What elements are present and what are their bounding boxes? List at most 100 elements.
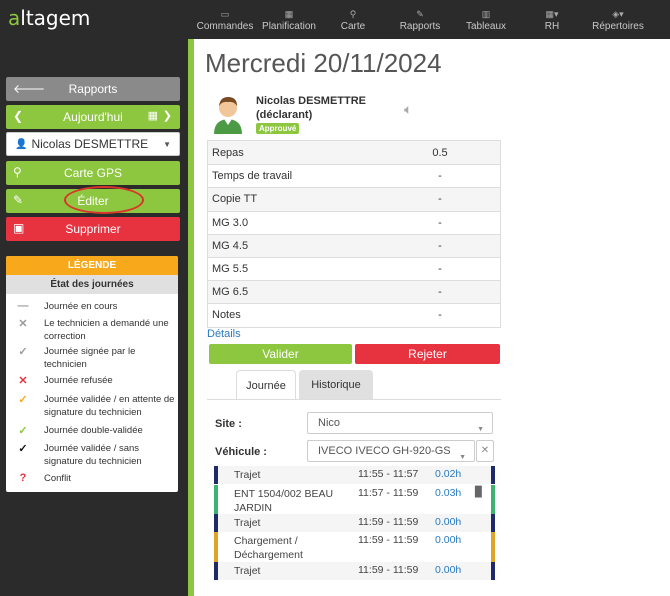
legend-item-text: Journée validée / en attente de signatur… — [44, 394, 175, 418]
legend-item-text: Conflit — [44, 473, 71, 484]
trip-time: 11:55 - 11:57 — [358, 468, 419, 480]
row-value: - — [438, 193, 442, 206]
trip-duration[interactable]: 0.03h — [435, 487, 461, 499]
top-navbar: altagem ▭ Commandes ▦ Planification ⚲ Ca… — [0, 0, 670, 39]
trip-time: 11:59 - 11:59 — [358, 516, 419, 528]
activity-color-bar — [214, 562, 218, 580]
row-value: - — [438, 239, 442, 252]
site-select[interactable]: Nico ▼ — [307, 412, 493, 434]
legend-subtitle: État des journées — [6, 275, 178, 294]
nav-commandes[interactable]: ▭ Commandes — [194, 8, 256, 32]
table-icon: ▥ — [481, 9, 491, 19]
app-logo[interactable]: altagem — [8, 6, 90, 30]
legend-item-text: Journée validée / sans signature du tech… — [44, 443, 142, 467]
delete-button[interactable]: ▣ Supprimer — [6, 217, 180, 241]
status-symbol-icon: ✓ — [18, 394, 28, 406]
document-icon[interactable]: ▉ — [475, 487, 483, 498]
table-row: Copie TT - — [208, 187, 500, 211]
nav-tableaux[interactable]: ▥ Tableaux — [462, 8, 510, 32]
activity-color-bar — [491, 466, 495, 484]
row-value: - — [438, 286, 442, 299]
arrow-left-icon: 🡐 — [13, 82, 46, 96]
rapports-back-button[interactable]: 🡐 Rapports — [6, 77, 180, 101]
calendar-icon: ▦ — [284, 9, 294, 19]
speaker-icon[interactable]: 🔈︎ — [404, 101, 412, 118]
today-button[interactable]: ❮ Aujourd'hui ▦ ❯ — [6, 105, 180, 129]
nav-planification[interactable]: ▦ Planification — [258, 8, 320, 32]
user-name: Nicolas DESMETTRE (déclarant) — [256, 95, 367, 121]
vehicle-label: Véhicule : — [215, 446, 267, 458]
main-accent-bar — [188, 39, 194, 596]
activity-color-bar — [491, 485, 495, 514]
status-symbol-icon: ✕ — [18, 318, 28, 330]
legend-item-text: Journée en cours — [44, 301, 118, 312]
nav-carte[interactable]: ⚲ Carte — [330, 8, 376, 32]
legend-item-text: Le technicien a demandé une correction — [44, 318, 169, 342]
highlight-circle — [64, 186, 144, 214]
legend-item-text: Journée signée par le technicien — [44, 346, 136, 370]
row-value: - — [438, 170, 442, 183]
nav-rh[interactable]: ▦▾ RH — [538, 8, 566, 32]
map-pin-icon: ⚲ — [349, 9, 357, 19]
user-icon: 👤 — [15, 138, 28, 150]
row-label: MG 4.5 — [212, 239, 249, 252]
trip-row[interactable]: Trajet 11:59 - 11:59 0.00h — [214, 514, 495, 532]
vehicle-select[interactable]: IVECO IVECO GH-920-GS ▼ ✕ — [307, 440, 494, 462]
edit-icon: ✎ — [416, 9, 424, 19]
user-select[interactable]: 👤 Nicolas DESMETTRE ▼ — [6, 132, 180, 156]
trip-row[interactable]: ENT 1504/002 BEAU JARDIN 11:57 - 11:59 0.0… — [214, 485, 495, 514]
validate-button[interactable]: Valider — [209, 344, 352, 364]
chevron-left-icon[interactable]: ❮ — [13, 109, 23, 123]
save-icon: ▣ — [13, 221, 25, 235]
row-value: - — [438, 263, 442, 276]
table-row: Temps de travail - — [208, 164, 500, 187]
tab-historique[interactable]: Historique — [299, 370, 373, 400]
day-summary-table: Repas 0.5 Temps de travail - Copie TT - MG 3.0… — [207, 140, 501, 328]
activity-color-bar — [214, 485, 218, 514]
activity-color-bar — [214, 514, 218, 532]
avatar — [214, 97, 242, 134]
edit-icon: ✎ — [13, 193, 24, 207]
row-label: MG 5.5 — [212, 263, 249, 276]
tab-divider — [207, 399, 501, 400]
table-row: MG 3.0 - — [208, 210, 500, 234]
trip-label: Trajet — [234, 517, 261, 529]
trip-duration[interactable]: 0.00h — [435, 534, 461, 546]
table-row: Repas 0.5 — [208, 141, 500, 165]
trip-label: Trajet — [234, 469, 261, 481]
gps-map-button[interactable]: ⚲ Carte GPS — [6, 161, 180, 185]
table-row: MG 4.5 - — [208, 233, 500, 257]
tab-journee[interactable]: Journée — [236, 370, 296, 400]
trip-time: 11:59 - 11:59 — [358, 534, 419, 546]
trip-duration[interactable]: 0.02h — [435, 468, 461, 480]
trip-label: Chargement / Déchargement — [234, 535, 303, 561]
status-badge: Approuvé — [256, 123, 300, 134]
row-label: Temps de travail — [212, 170, 293, 183]
chevron-right-icon[interactable]: ❯ — [163, 109, 172, 122]
row-value: - — [438, 216, 442, 229]
trip-label: Trajet — [234, 565, 261, 577]
activity-color-bar — [491, 532, 495, 562]
cube-icon: ◈▾ — [612, 9, 624, 19]
trip-duration[interactable]: 0.00h — [435, 516, 461, 528]
row-label: MG 3.0 — [212, 216, 249, 229]
nav-rapports[interactable]: ✎ Rapports — [396, 8, 444, 32]
calendar-icon[interactable]: ▦ — [148, 109, 158, 122]
caret-down-icon: ▼ — [163, 140, 171, 149]
table-row: MG 5.5 - — [208, 256, 500, 280]
details-link[interactable]: Détails — [207, 328, 241, 340]
legend-item-text: Journée refusée — [44, 375, 113, 386]
legend-item-text: Journée double-validée — [44, 425, 143, 436]
trip-row[interactable]: Chargement / Déchargement 11:59 - 11:59 0.… — [214, 532, 495, 562]
reject-button[interactable]: Rejeter — [355, 344, 500, 364]
trip-row[interactable]: Trajet 11:59 - 11:59 0.00h — [214, 562, 495, 580]
nav-repertoires[interactable]: ◈▾ Répertoires — [588, 8, 648, 32]
legend-title: LÉGENDE — [6, 256, 178, 275]
trip-row[interactable]: Trajet 11:55 - 11:57 0.02h — [214, 466, 495, 484]
activity-color-bar — [491, 562, 495, 580]
caret-down-icon: ▼ — [459, 454, 466, 461]
trip-duration[interactable]: 0.00h — [435, 564, 461, 576]
clear-icon[interactable]: ✕ — [476, 440, 494, 462]
activity-color-bar — [214, 532, 218, 562]
map-marker-icon: ⚲ — [13, 165, 22, 179]
